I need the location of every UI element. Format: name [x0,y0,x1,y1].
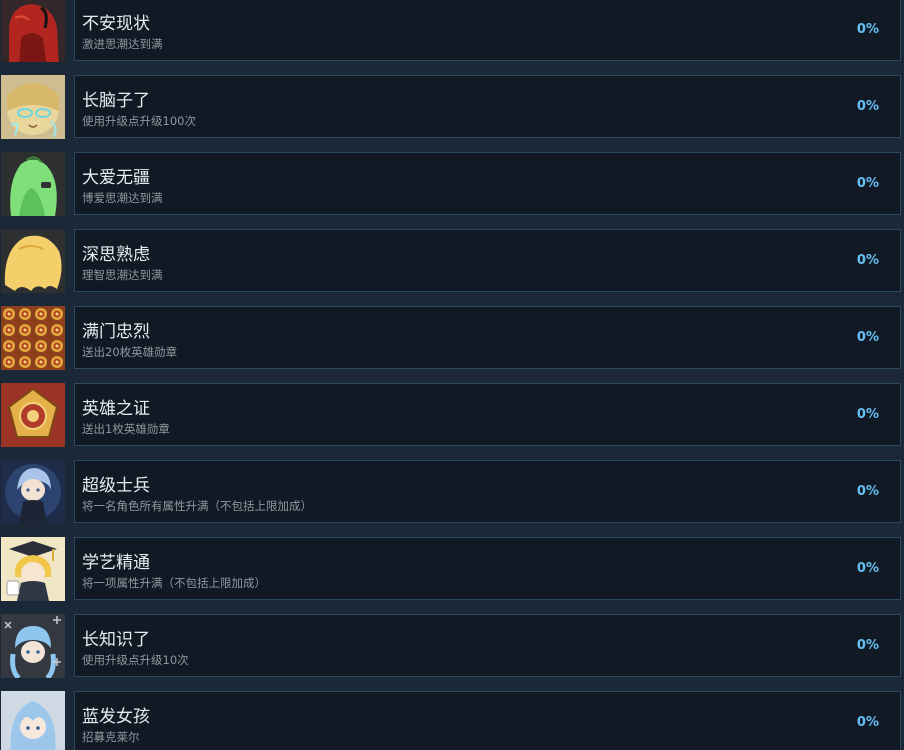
achievement-panel: 不安现状 激进思潮达到满 0% [74,0,901,61]
achievement-row: 蓝发女孩 招募克莱尔 0% [0,691,904,750]
achievement-row: 深思熟虑 理智思潮达到满 0% [0,229,904,294]
achievement-panel: 长知识了 使用升级点升级10次 0% [74,614,901,677]
red-hooded-character-icon [1,0,65,62]
achievement-row: 不安现状 激进思潮达到满 0% [0,0,904,63]
unlock-percent: 0% [856,253,879,268]
unlock-percent: 0% [856,407,879,422]
achievement-title: 满门忠烈 [82,322,150,342]
achievement-panel: 英雄之证 送出1枚英雄勋章 0% [74,383,901,446]
achievement-description: 招募克莱尔 [82,730,140,744]
achievement-panel: 蓝发女孩 招募克莱尔 0% [74,691,901,750]
green-hair-character-icon [1,152,65,216]
blue-hair-girl-icon [1,691,65,750]
soldier-character-icon [1,460,65,524]
achievement-title: 不安现状 [82,14,150,34]
achievement-panel: 超级士兵 将一名角色所有属性升满（不包括上限加成） 0% [74,460,901,523]
achievement-row: 大爱无疆 博爱思潮达到满 0% [0,152,904,217]
achievement-row: 英雄之证 送出1枚英雄勋章 0% [0,383,904,448]
unlock-percent: 0% [856,330,879,345]
unlock-percent: 0% [856,561,879,576]
achievement-title: 长知识了 [82,630,150,650]
unlock-percent: 0% [856,484,879,499]
achievement-row: 超级士兵 将一名角色所有属性升满（不包括上限加成） 0% [0,460,904,525]
achievement-description: 激进思潮达到满 [82,37,163,51]
achievement-panel: 满门忠烈 送出20枚英雄勋章 0% [74,306,901,369]
hero-medal-icon [1,383,65,447]
achievement-description: 使用升级点升级10次 [82,653,189,667]
achievement-list[interactable]: 不安现状 激进思潮达到满 0% 长脑子了 使用升级点升级100次 0% 大爱无疆… [0,0,904,750]
achievement-row: 长知识了 使用升级点升级10次 0% [0,614,904,679]
achievement-row: 满门忠烈 送出20枚英雄勋章 0% [0,306,904,371]
achievement-panel: 长脑子了 使用升级点升级100次 0% [74,75,901,138]
achievement-title: 英雄之证 [82,399,150,419]
unlock-percent: 0% [856,22,879,37]
achievement-title: 长脑子了 [82,91,150,111]
achievement-panel: 大爱无疆 博爱思潮达到满 0% [74,152,901,215]
achievement-description: 送出1枚英雄勋章 [82,422,170,436]
unlock-percent: 0% [856,715,879,730]
achievement-panel: 深思熟虑 理智思潮达到满 0% [74,229,901,292]
achievement-panel: 学艺精通 将一项属性升满（不包括上限加成） 0% [74,537,901,600]
achievement-description: 使用升级点升级100次 [82,114,196,128]
achievement-title: 学艺精通 [82,553,150,573]
blonde-hair-character-icon [1,229,65,293]
achievement-title: 深思熟虑 [82,245,150,265]
unlock-percent: 0% [856,176,879,191]
achievement-description: 理智思潮达到满 [82,268,163,282]
achievement-title: 蓝发女孩 [82,707,150,727]
achievement-description: 将一项属性升满（不包括上限加成） [82,576,266,590]
achievement-row: 学艺精通 将一项属性升满（不包括上限加成） 0% [0,537,904,602]
glowing-brain-character-icon [1,75,65,139]
medal-pattern-icon [1,306,65,370]
unlock-percent: 0% [856,638,879,653]
achievement-description: 博爱思潮达到满 [82,191,163,205]
achievement-row: 长脑子了 使用升级点升级100次 0% [0,75,904,140]
unlock-percent: 0% [856,99,879,114]
graduate-character-icon [1,537,65,601]
achievement-title: 大爱无疆 [82,168,150,188]
chalkboard-character-icon [1,614,65,678]
achievement-description: 送出20枚英雄勋章 [82,345,178,359]
achievement-title: 超级士兵 [82,476,150,496]
achievement-description: 将一名角色所有属性升满（不包括上限加成） [82,499,312,513]
